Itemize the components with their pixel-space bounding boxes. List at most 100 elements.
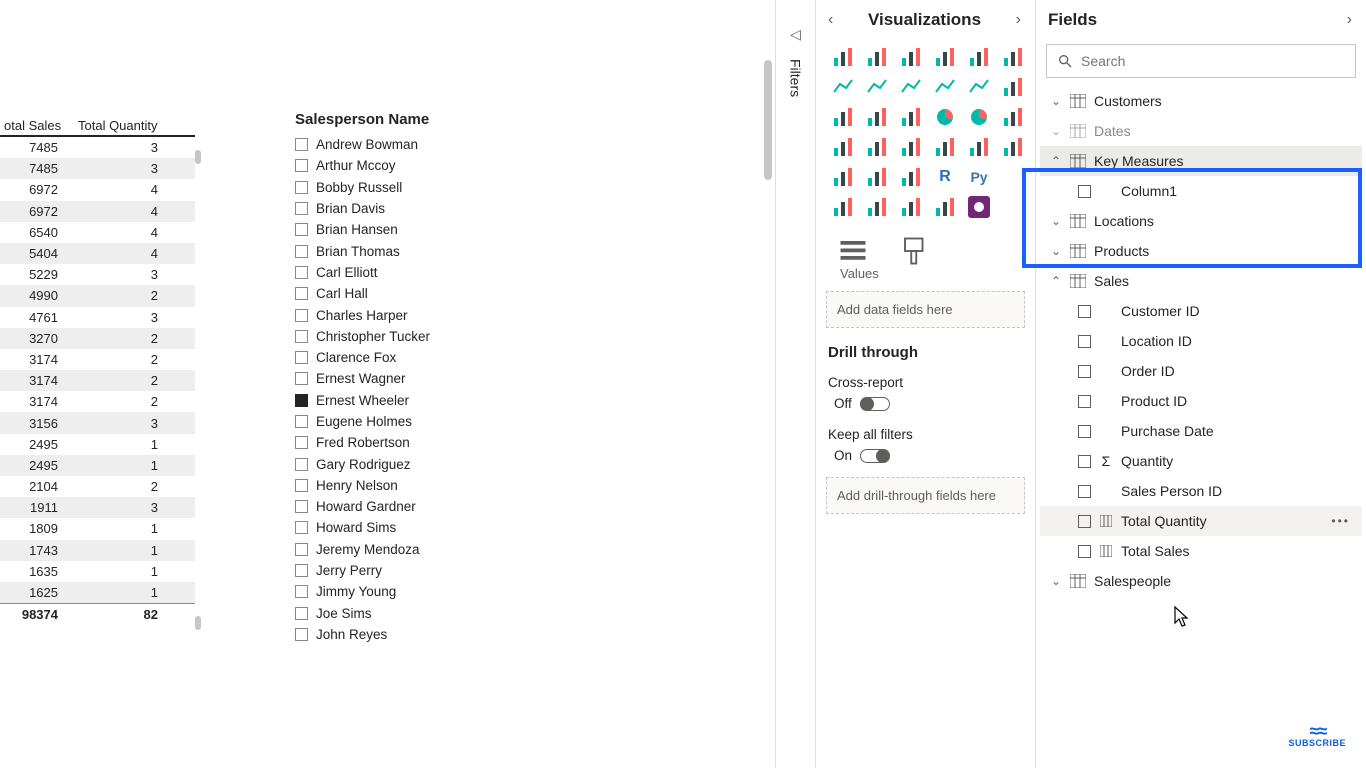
checkbox[interactable] [295, 564, 308, 577]
checkbox[interactable] [295, 521, 308, 534]
slicer-item[interactable]: Jerry Perry [295, 560, 595, 581]
viz-clustered-column-icon[interactable] [930, 44, 960, 70]
canvas-scrollbar[interactable] [764, 60, 772, 180]
slicer-item[interactable]: Andrew Bowman [295, 134, 595, 155]
fields-well-tab-icon[interactable] [838, 236, 868, 262]
viz-collapse-right-icon[interactable]: › [1016, 11, 1021, 29]
checkbox[interactable] [295, 628, 308, 641]
table-row[interactable]: 49902 [0, 285, 195, 306]
table-scrollbar[interactable] [195, 150, 203, 630]
slicer-item[interactable]: Eugene Holmes [295, 411, 595, 432]
table-row[interactable]: 18091 [0, 518, 195, 539]
viz-donut-icon[interactable] [964, 104, 994, 130]
slicer-item[interactable]: Bobby Russell [295, 177, 595, 198]
checkbox[interactable] [295, 245, 308, 258]
table-customers[interactable]: ⌄ Customers [1040, 86, 1362, 116]
slicer-item[interactable]: Carl Hall [295, 283, 595, 304]
table-row[interactable]: 74853 [0, 137, 195, 158]
slicer-item[interactable]: Brian Davis [295, 198, 595, 219]
checkbox[interactable] [295, 287, 308, 300]
viz-stacked-bar-100-icon[interactable] [896, 44, 926, 70]
viz-multi-card-icon[interactable] [964, 134, 994, 160]
field-quantity[interactable]: ΣQuantity [1040, 446, 1362, 476]
field-product-id[interactable]: Product ID [1040, 386, 1362, 416]
table-products[interactable]: ⌄ Products [1040, 236, 1362, 266]
checkbox[interactable] [295, 202, 308, 215]
fields-search-box[interactable] [1046, 44, 1356, 78]
slicer-item[interactable]: Christopher Tucker [295, 326, 595, 347]
checkbox[interactable] [295, 458, 308, 471]
field-location-id[interactable]: Location ID [1040, 326, 1362, 356]
col-header-total-sales[interactable]: otal Sales [0, 116, 70, 135]
viz-treemap-icon[interactable] [998, 104, 1028, 130]
field-total-quantity[interactable]: Total Quantity••• [1040, 506, 1362, 536]
viz-powerapps-icon[interactable] [964, 194, 994, 220]
field-column1[interactable]: Column1 [1040, 176, 1362, 206]
cross-report-toggle[interactable] [860, 397, 890, 411]
table-row[interactable]: 65404 [0, 222, 195, 243]
checkbox[interactable] [295, 479, 308, 492]
viz-collapse-left-icon[interactable]: ‹ [828, 11, 833, 29]
fields-collapse-icon[interactable]: › [1347, 11, 1352, 29]
table-visual[interactable]: otal Sales Total Quantity 74853748536972… [0, 116, 195, 622]
viz-stacked-bar-icon[interactable] [828, 44, 858, 70]
slicer-item[interactable]: Ernest Wheeler [295, 390, 595, 411]
viz-pie-icon[interactable] [930, 104, 960, 130]
table-row[interactable]: 31742 [0, 391, 195, 412]
viz-matrix-icon[interactable] [896, 164, 926, 190]
report-canvas[interactable]: otal Sales Total Quantity 74853748536972… [0, 0, 775, 768]
table-row[interactable]: 16351 [0, 561, 195, 582]
slicer-item[interactable]: Joe Sims [295, 603, 595, 624]
viz-stacked-column-icon[interactable] [964, 44, 994, 70]
table-row[interactable]: 24951 [0, 455, 195, 476]
viz-r-visual-icon[interactable]: R [930, 164, 960, 190]
keep-filters-toggle[interactable] [860, 449, 890, 463]
checkbox[interactable] [295, 607, 308, 620]
checkbox[interactable] [1078, 485, 1091, 498]
viz-table-icon[interactable] [862, 164, 892, 190]
table-row[interactable]: 69724 [0, 201, 195, 222]
viz-decomposition-icon[interactable] [862, 194, 892, 220]
table-row[interactable]: 52293 [0, 264, 195, 285]
viz-gauge-icon[interactable] [896, 134, 926, 160]
table-row[interactable]: 17431 [0, 540, 195, 561]
slicer-item[interactable]: Howard Sims [295, 517, 595, 538]
search-input[interactable] [1081, 53, 1345, 69]
slicer-item[interactable]: Carl Elliott [295, 262, 595, 283]
slicer-item[interactable]: Charles Harper [295, 304, 595, 325]
slicer-item[interactable]: Brian Hansen [295, 219, 595, 240]
slicer-item[interactable]: Gary Rodriguez [295, 453, 595, 474]
checkbox[interactable] [1078, 395, 1091, 408]
checkbox[interactable] [1078, 545, 1091, 558]
table-row[interactable]: 69724 [0, 179, 195, 200]
checkbox[interactable] [295, 181, 308, 194]
checkbox[interactable] [295, 415, 308, 428]
checkbox[interactable] [1078, 455, 1091, 468]
slicer-item[interactable]: Ernest Wagner [295, 368, 595, 389]
viz-py-visual-icon[interactable]: Py [964, 164, 994, 190]
viz-stacked-area-icon[interactable] [896, 74, 926, 100]
viz-qa-icon[interactable] [896, 194, 926, 220]
slicer-item[interactable]: John Reyes [295, 624, 595, 645]
field-purchase-date[interactable]: Purchase Date [1040, 416, 1362, 446]
filters-panel-collapsed[interactable]: ◁ Filters [775, 0, 815, 768]
field-customer-id[interactable]: Customer ID [1040, 296, 1362, 326]
table-row[interactable]: 31742 [0, 370, 195, 391]
checkbox[interactable] [295, 436, 308, 449]
table-locations[interactable]: ⌄ Locations [1040, 206, 1362, 236]
checkbox[interactable] [295, 543, 308, 556]
table-row[interactable]: 54044 [0, 243, 195, 264]
checkbox[interactable] [295, 309, 308, 322]
checkbox[interactable] [295, 394, 308, 407]
table-row[interactable]: 47613 [0, 307, 195, 328]
slicer-item[interactable]: Howard Gardner [295, 496, 595, 517]
checkbox[interactable] [1078, 515, 1091, 528]
viz-line-clustered-icon[interactable] [930, 74, 960, 100]
viz-arcgis-icon[interactable] [930, 194, 960, 220]
table-row[interactable]: 31563 [0, 412, 195, 433]
checkbox[interactable] [1078, 365, 1091, 378]
checkbox[interactable] [295, 138, 308, 151]
viz-clustered-bar-icon[interactable] [862, 44, 892, 70]
checkbox[interactable] [1078, 335, 1091, 348]
drillthrough-drop-zone[interactable]: Add drill-through fields here [826, 477, 1025, 514]
